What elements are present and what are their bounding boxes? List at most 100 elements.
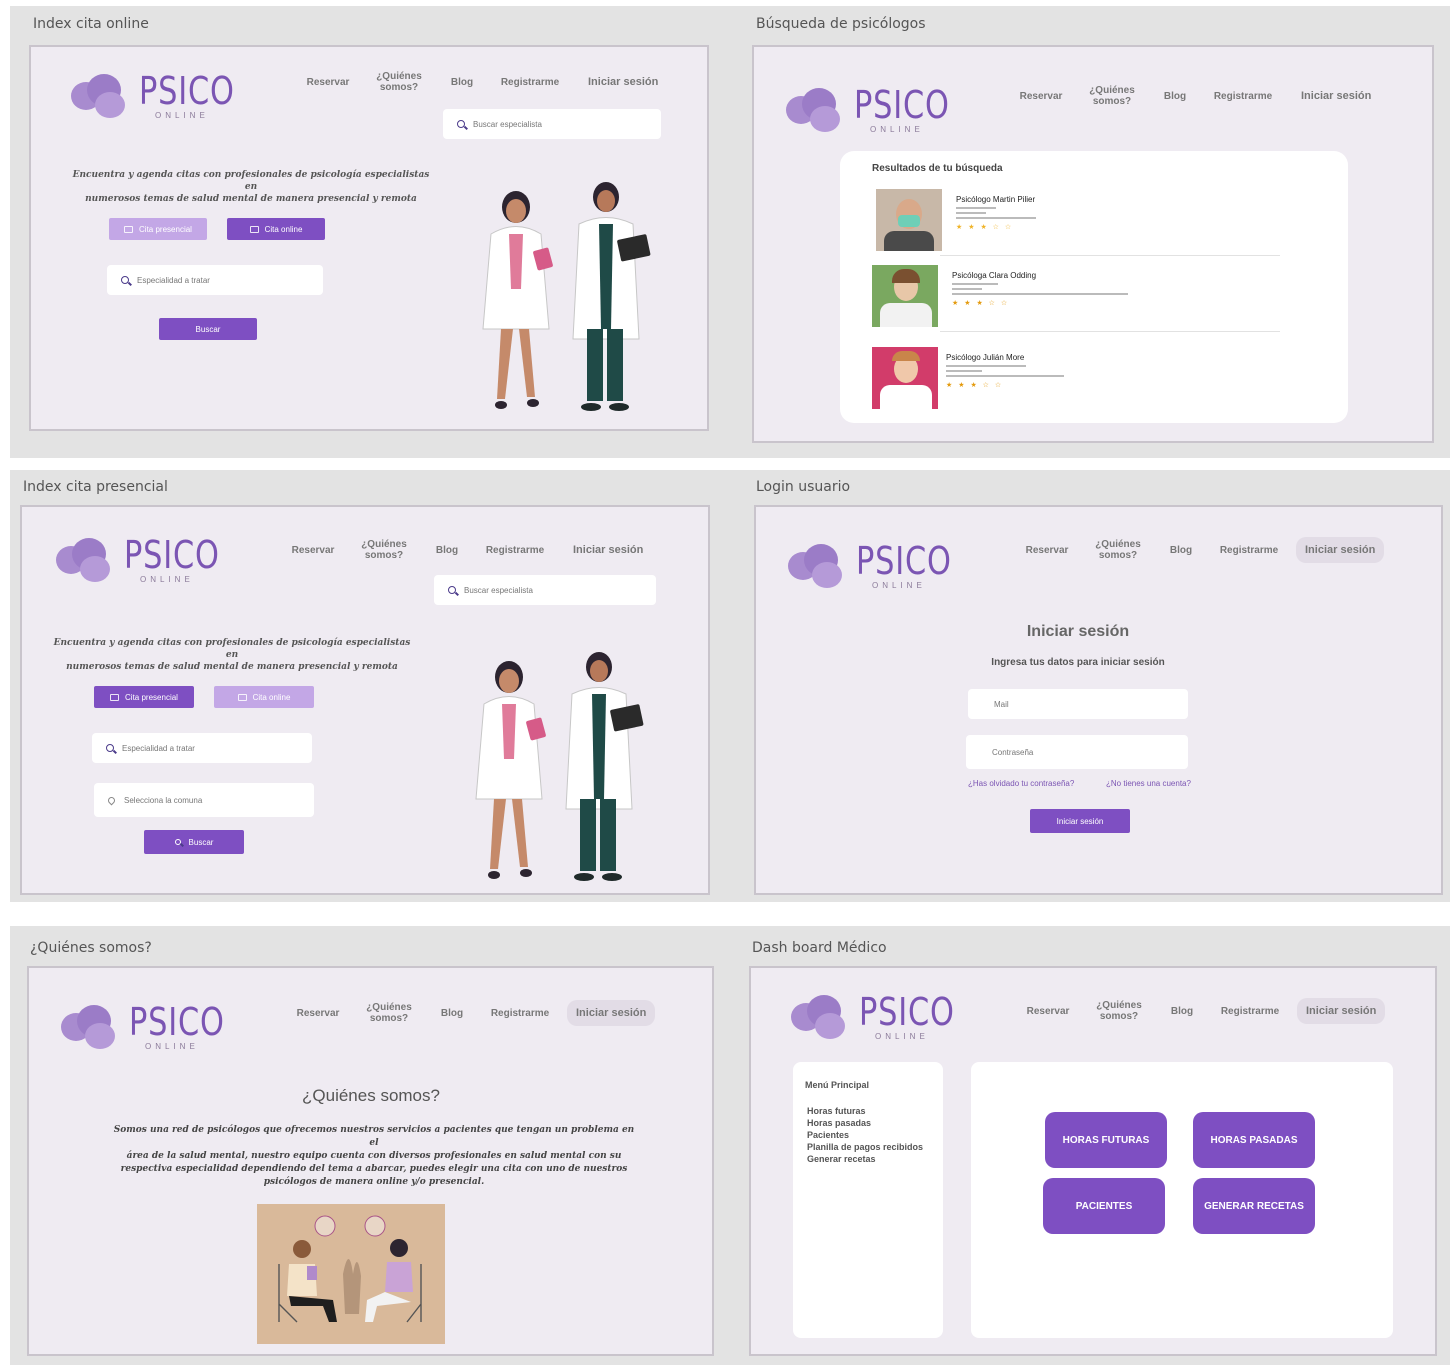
brand-name: PSICO xyxy=(854,83,950,127)
rating-stars: ★ ★ ★ ☆ ☆ xyxy=(946,382,1004,389)
especialidad-input[interactable]: Especialidad a tratar xyxy=(92,733,312,763)
cita-online-button[interactable]: Cita online xyxy=(214,686,314,708)
logo[interactable]: PSICO ONLINE xyxy=(69,71,259,120)
brand-name: PSICO xyxy=(139,69,235,113)
nav-iniciar-sesion[interactable]: Iniciar sesión xyxy=(1292,83,1380,109)
nav-quienes-somos[interactable]: ¿Quiénes somos? xyxy=(1089,1000,1149,1022)
board-title: Index cita online xyxy=(33,16,149,32)
nav-registrarme[interactable]: Registrarme xyxy=(1214,545,1284,556)
nav-reservar[interactable]: Reservar xyxy=(303,77,353,88)
nav-registrarme[interactable]: Registrarme xyxy=(480,545,550,556)
result-item[interactable]: Psicóloga Clara Odding ★ ★ ★ ☆ ☆ xyxy=(872,265,1128,327)
nav-reservar[interactable]: Reservar xyxy=(288,545,338,556)
nav-quienes-somos[interactable]: ¿Quiénes somos? xyxy=(354,539,414,561)
result-item[interactable]: Psicólogo Martin Pilier ★ ★ ★ ☆ ☆ xyxy=(876,189,1036,251)
frame-login: PSICO ONLINE Reservar ¿Quiénes somos? Blo… xyxy=(754,505,1443,895)
nav-reservar[interactable]: Reservar xyxy=(1023,1006,1073,1017)
logo[interactable]: PSICO ONLINE xyxy=(59,1002,249,1051)
cita-online-button[interactable]: Cita online xyxy=(227,218,325,240)
menu-item-generar-recetas[interactable]: Generar recetas xyxy=(807,1154,876,1164)
generar-recetas-button[interactable]: GENERAR RECETAS xyxy=(1193,1178,1315,1234)
top-nav: Reservar ¿Quiénes somos? Blog Registrarme… xyxy=(293,1000,656,1026)
logo[interactable]: PSICO ONLINE xyxy=(54,535,244,584)
about-text: Somos una red de psicólogos que ofrecemo… xyxy=(113,1125,635,1187)
nav-registrarme[interactable]: Registrarme xyxy=(1215,1006,1285,1017)
frame-index-online: PSICO ONLINE Reservar ¿Quiénes somos? Blo… xyxy=(29,45,709,431)
search-icon xyxy=(121,276,129,284)
board-title: ¿Quiénes somos? xyxy=(30,940,152,956)
nav-blog[interactable]: Blog xyxy=(1167,1006,1197,1017)
nav-reservar[interactable]: Reservar xyxy=(1022,545,1072,556)
about-title: ¿Quiénes somos? xyxy=(302,1086,440,1105)
brain-logo-icon xyxy=(786,542,844,590)
search-icon xyxy=(174,839,181,845)
psychologist-photo xyxy=(876,189,942,251)
menu-title: Menú Principal xyxy=(805,1080,870,1090)
no-account-link[interactable]: ¿No tienes una cuenta? xyxy=(1106,779,1191,788)
nav-reservar[interactable]: Reservar xyxy=(1016,91,1066,102)
buscar-button[interactable]: Buscar xyxy=(159,318,257,340)
search-icon xyxy=(457,120,465,128)
nav-quienes-somos[interactable]: ¿Quiénes somos? xyxy=(369,71,429,93)
comuna-select[interactable]: Selecciona la comuna xyxy=(94,783,314,817)
nav-registrarme[interactable]: Registrarme xyxy=(495,77,565,88)
top-nav: Reservar ¿Quiénes somos? Blog Registrarme… xyxy=(1022,537,1385,563)
calendar-icon xyxy=(124,225,134,233)
logo[interactable]: PSICO ONLINE xyxy=(789,992,979,1041)
horas-futuras-button[interactable]: HORAS FUTURAS xyxy=(1045,1112,1167,1168)
especialidad-input[interactable]: Especialidad a tratar xyxy=(107,265,323,295)
result-name: Psicólogo Martin Pilier xyxy=(956,195,1036,204)
menu-item-horas-futuras[interactable]: Horas futuras xyxy=(807,1106,866,1116)
nav-blog[interactable]: Blog xyxy=(432,545,462,556)
board-title: Login usuario xyxy=(756,479,851,495)
main-menu-sidebar: Menú Principal Horas futuras Horas pasad… xyxy=(793,1062,943,1338)
nav-blog[interactable]: Blog xyxy=(437,1008,467,1019)
login-submit-button[interactable]: Iniciar sesión xyxy=(1030,809,1130,833)
nav-iniciar-sesion[interactable]: Iniciar sesión xyxy=(1296,537,1385,563)
nav-reservar[interactable]: Reservar xyxy=(293,1008,343,1019)
therapy-session-illustration xyxy=(257,1204,445,1344)
nav-blog[interactable]: Blog xyxy=(1166,545,1196,556)
logo[interactable]: PSICO ONLINE xyxy=(786,541,976,590)
brain-logo-icon xyxy=(54,536,112,584)
nav-registrarme[interactable]: Registrarme xyxy=(1208,91,1278,102)
nav-quienes-somos[interactable]: ¿Quiénes somos? xyxy=(1088,539,1148,561)
result-name: Psicólogo Julián More xyxy=(946,353,1025,362)
nav-quienes-somos[interactable]: ¿Quiénes somos? xyxy=(359,1002,419,1024)
top-nav: Reservar ¿Quiénes somos? Blog Registrarme… xyxy=(1023,998,1386,1024)
mail-input[interactable]: Mail xyxy=(968,689,1188,719)
hero-tagline: Encuentra y agenda citas con profesional… xyxy=(53,638,411,672)
logo[interactable]: PSICO ONLINE xyxy=(784,85,974,134)
pacientes-button[interactable]: PACIENTES xyxy=(1043,1178,1165,1234)
menu-item-planilla-pagos[interactable]: Planilla de pagos recibidos xyxy=(807,1142,923,1152)
results-card: Resultados de tu búsqueda Psicólogo Mart… xyxy=(840,151,1348,423)
search-input[interactable]: Buscar especialista xyxy=(443,109,661,139)
nav-iniciar-sesion[interactable]: Iniciar sesión xyxy=(567,1000,656,1026)
cita-presencial-button[interactable]: Cita presencial xyxy=(109,218,207,240)
menu-item-horas-pasadas[interactable]: Horas pasadas xyxy=(807,1118,871,1128)
buscar-button[interactable]: Buscar xyxy=(144,830,244,854)
nav-blog[interactable]: Blog xyxy=(1160,91,1190,102)
doctors-illustration xyxy=(475,652,644,881)
top-nav: Reservar ¿Quiénes somos? Blog Registrarme… xyxy=(303,69,667,95)
video-icon xyxy=(249,225,259,233)
forgot-password-link[interactable]: ¿Has olvidado tu contraseña? xyxy=(968,779,1074,788)
password-input[interactable]: Contraseña xyxy=(966,735,1188,769)
nav-iniciar-sesion[interactable]: Iniciar sesión xyxy=(579,69,667,95)
top-nav: Reservar ¿Quiénes somos? Blog Registrarme… xyxy=(288,537,652,563)
dashboard-content: HORAS FUTURAS HORAS PASADAS PACIENTES GE… xyxy=(971,1062,1393,1338)
frame-dashboard: PSICO ONLINE Reservar ¿Quiénes somos? Blo… xyxy=(749,966,1437,1356)
nav-quienes-somos[interactable]: ¿Quiénes somos? xyxy=(1082,85,1142,107)
psychologist-photo xyxy=(872,347,938,409)
result-item[interactable]: Psicólogo Julián More ★ ★ ★ ☆ ☆ xyxy=(872,347,1064,409)
nav-registrarme[interactable]: Registrarme xyxy=(485,1008,555,1019)
search-input[interactable]: Buscar especialista xyxy=(434,575,656,605)
board-title: Búsqueda de psicólogos xyxy=(756,16,926,32)
cita-presencial-button[interactable]: Cita presencial xyxy=(94,686,194,708)
nav-iniciar-sesion[interactable]: Iniciar sesión xyxy=(1297,998,1386,1024)
video-icon xyxy=(237,693,247,701)
nav-iniciar-sesion[interactable]: Iniciar sesión xyxy=(564,537,652,563)
menu-item-pacientes[interactable]: Pacientes xyxy=(807,1130,849,1140)
horas-pasadas-button[interactable]: HORAS PASADAS xyxy=(1193,1112,1315,1168)
nav-blog[interactable]: Blog xyxy=(447,77,477,88)
